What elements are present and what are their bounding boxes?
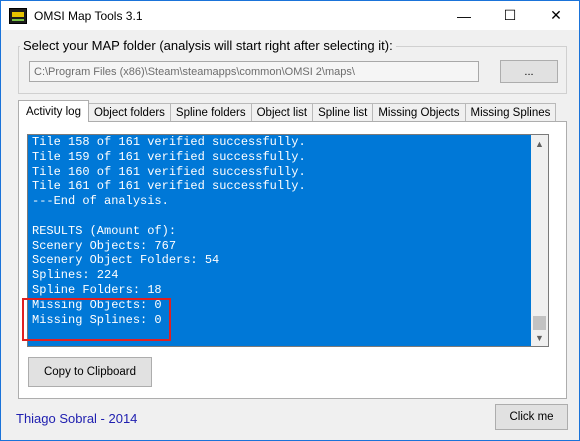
tab-strip: Activity log Object folders Spline folde… (18, 100, 557, 122)
app-window: OMSI Map Tools 3.1 — ☐ ✕ Select your MAP… (0, 0, 580, 441)
scroll-up-icon[interactable]: ▲ (531, 135, 548, 152)
minimize-button[interactable]: — (441, 1, 487, 30)
log-line: Spline Folders: 18 (32, 282, 162, 297)
tab-activity-log[interactable]: Activity log (18, 100, 89, 122)
log-line: Scenery Objects: 767 (32, 238, 177, 253)
window-controls: — ☐ ✕ (441, 1, 579, 30)
log-line: Splines: 224 (32, 268, 119, 283)
browse-folder-button[interactable]: ... (500, 60, 558, 83)
log-line: Scenery Object Folders: 54 (32, 253, 220, 268)
window-title: OMSI Map Tools 3.1 (34, 8, 143, 23)
log-line: RESULTS (Amount of): (32, 223, 177, 238)
tab-missing-objects[interactable]: Missing Objects (372, 103, 466, 122)
maximize-button[interactable]: ☐ (487, 1, 533, 30)
tab-spline-list[interactable]: Spline list (312, 103, 374, 122)
log-line: ---End of analysis. (32, 194, 169, 209)
title-bar[interactable]: OMSI Map Tools 3.1 — ☐ ✕ (1, 1, 579, 30)
tab-object-folders[interactable]: Object folders (87, 103, 171, 122)
log-line: Tile 158 of 161 verified successfully. (32, 135, 306, 149)
map-folder-path-input[interactable] (29, 61, 479, 82)
log-scrollbar[interactable]: ▲ ▼ (531, 135, 548, 346)
click-me-button[interactable]: Click me (495, 404, 568, 430)
folder-group-legend: Select your MAP folder (analysis will st… (20, 38, 396, 53)
tab-object-list[interactable]: Object list (250, 103, 314, 122)
author-credit: Thiago Sobral - 2014 (16, 411, 138, 426)
scroll-down-icon[interactable]: ▼ (531, 329, 548, 346)
scroll-thumb[interactable] (533, 316, 546, 330)
log-line: Tile 159 of 161 verified successfully. (32, 149, 306, 164)
copy-to-clipboard-button[interactable]: Copy to Clipboard (28, 357, 152, 387)
tab-spline-folders[interactable]: Spline folders (169, 103, 252, 122)
log-line: Tile 161 of 161 verified successfully. (32, 179, 306, 194)
app-icon (9, 7, 27, 24)
log-line: Tile 160 of 161 verified successfully. (32, 164, 306, 179)
close-button[interactable]: ✕ (533, 1, 579, 30)
tab-missing-splines[interactable]: Missing Splines (464, 103, 557, 122)
missing-results-highlight (22, 298, 171, 341)
